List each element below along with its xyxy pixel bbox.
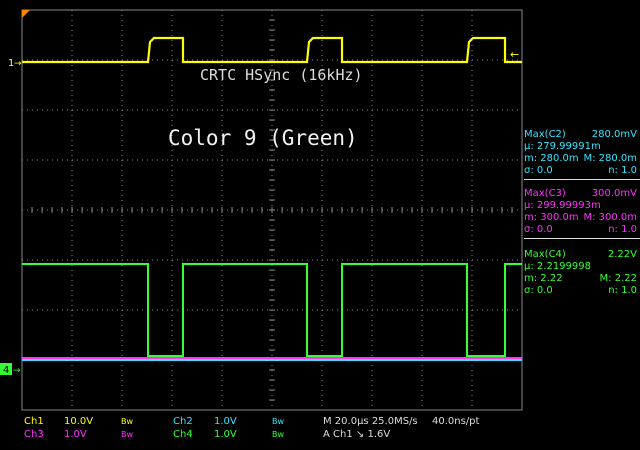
channel-markers: 1 →4 → — [0, 56, 22, 376]
meas-max: M: 280.0m — [583, 153, 637, 164]
meas-max: M: 300.0m — [583, 212, 637, 223]
sample-interval-readout: 40.0ns/pt — [432, 416, 480, 427]
ch4-marker-arrow-icon: → — [13, 366, 21, 376]
meas-value: 2.22V — [607, 249, 637, 260]
ch4-label: Ch4 — [173, 429, 193, 440]
ch3-bandwidth-icon: Bw — [121, 430, 134, 439]
ch3-label: Ch3 — [24, 429, 44, 440]
meas-divider — [524, 179, 640, 180]
meas-min: m: 300.0m — [524, 212, 579, 223]
trigger-position-icon — [22, 10, 30, 18]
ch3-scale: 1.0V — [64, 429, 87, 440]
meas-min: m: 280.0m — [524, 153, 579, 164]
ch1-bandwidth-icon: Bw — [121, 417, 134, 426]
color-annotation-label: Color 9 (Green) — [168, 126, 358, 150]
meas-title: Max(C3) — [524, 188, 566, 199]
trigger-readout: A Ch1 ↘ 1.6V — [323, 429, 391, 440]
meas-title: Max(C2) — [524, 129, 566, 140]
ch4-scale: 1.0V — [214, 429, 237, 440]
meas-min: m: 2.22 — [524, 273, 563, 284]
ch1-marker-arrow-icon: → — [14, 59, 22, 69]
ch1-scale: 10.0V — [64, 416, 94, 427]
meas-count: n: 1.0 — [608, 165, 637, 176]
trigger-level-arrow-icon: ← — [510, 48, 519, 61]
meas-mean: μ: 2.2199998 — [524, 261, 591, 272]
meas-mean: μ: 299.99993m — [524, 200, 601, 211]
status-bar: Ch1 10.0V Bw Ch3 1.0V Bw Ch2 1.0V Bw Ch4… — [0, 413, 640, 450]
waveform-traces: ← — [22, 36, 522, 361]
meas-mean: μ: 279.99991m — [524, 141, 601, 152]
ch1-label: Ch1 — [24, 416, 44, 427]
meas-value: 280.0mV — [591, 129, 637, 140]
meas-value: 300.0mV — [591, 188, 637, 199]
ch2-label: Ch2 — [173, 416, 193, 427]
meas-sigma: σ: 0.0 — [524, 224, 553, 235]
meas-divider — [524, 238, 640, 239]
hsync-trace-label: CRTC HSync (16kHz) — [200, 66, 363, 84]
ch4-marker: 4 — [3, 365, 9, 376]
measurement-panel-c2: Max(C2) 280.0mV μ: 279.99991m m: 280.0m M:… — [524, 129, 640, 180]
ch2-bandwidth-icon: Bw — [272, 417, 285, 426]
ch2-scale: 1.0V — [214, 416, 237, 427]
meas-sigma: σ: 0.0 — [524, 165, 553, 176]
meas-count: n: 1.0 — [608, 285, 637, 296]
meas-sigma: σ: 0.0 — [524, 285, 553, 296]
timebase-readout: M 20.0μs 25.0MS/s — [323, 416, 418, 427]
measurement-panel-c4: Max(C4) 2.22V μ: 2.2199998 m: 2.22 M: 2.22… — [524, 249, 640, 297]
meas-title: Max(C4) — [524, 249, 566, 260]
meas-count: n: 1.0 — [608, 224, 637, 235]
ch4-bandwidth-icon: Bw — [272, 430, 285, 439]
meas-max: M: 2.22 — [599, 273, 637, 284]
measurement-panel-c3: Max(C3) 300.0mV μ: 299.99993m m: 300.0m M:… — [524, 188, 640, 239]
